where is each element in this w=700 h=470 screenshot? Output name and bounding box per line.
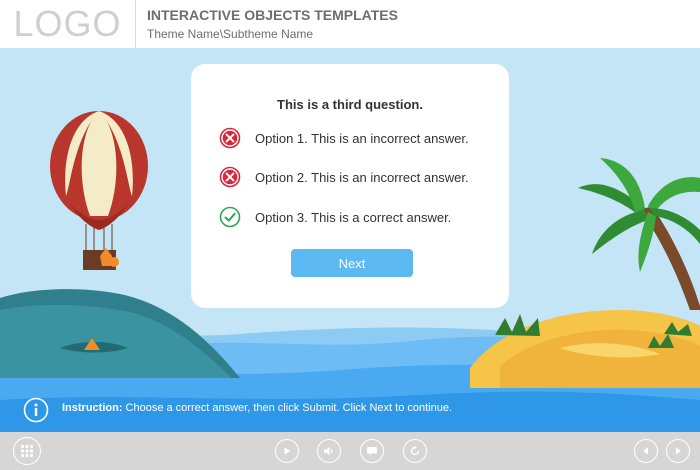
previous-button[interactable]	[634, 439, 658, 463]
instruction-body: Choose a correct answer, then click Subm…	[122, 402, 453, 414]
replay-button[interactable]	[403, 439, 427, 463]
option-3-label: Option 3. This is a correct answer.	[255, 209, 452, 225]
subtitles-icon	[366, 446, 378, 456]
header: LOGO INTERACTIVE OBJECTS TEMPLATES Theme…	[0, 0, 700, 48]
info-icon	[23, 397, 49, 423]
option-1[interactable]: Option 1. This is an incorrect answer.	[219, 126, 469, 150]
next-button[interactable]: Next	[291, 249, 413, 277]
option-3[interactable]: Option 3. This is a correct answer.	[219, 205, 451, 229]
incorrect-x-icon	[219, 166, 241, 188]
question-card: This is a third question. Option 1. This…	[191, 64, 509, 308]
course-title: INTERACTIVE OBJECTS TEMPLATES	[147, 7, 398, 23]
logo: LOGO	[0, 0, 136, 48]
next-icon	[673, 446, 683, 456]
option-2-label: Option 2. This is an incorrect answer.	[255, 169, 469, 185]
instruction-bar: Instruction: Choose a correct answer, th…	[0, 394, 700, 426]
instruction-text: Instruction: Choose a correct answer, th…	[62, 402, 452, 414]
volume-button[interactable]	[317, 439, 341, 463]
next-slide-button[interactable]	[666, 439, 690, 463]
option-1-label: Option 1. This is an incorrect answer.	[255, 130, 469, 146]
course-subtitle: Theme Name\Subtheme Name	[147, 27, 314, 41]
subtitles-button[interactable]	[360, 439, 384, 463]
volume-icon	[323, 446, 335, 456]
menu-icon	[20, 444, 34, 458]
option-2[interactable]: Option 2. This is an incorrect answer.	[219, 165, 469, 189]
correct-check-icon	[219, 206, 241, 228]
instruction-prefix: Instruction:	[62, 402, 123, 414]
replay-icon	[409, 445, 421, 457]
prev-icon	[641, 446, 651, 456]
menu-button[interactable]	[13, 437, 41, 465]
question-text: This is a third question.	[277, 97, 423, 112]
play-button[interactable]	[275, 439, 299, 463]
incorrect-x-icon	[219, 127, 241, 149]
player-control-bar	[0, 432, 700, 470]
play-icon	[282, 446, 292, 456]
